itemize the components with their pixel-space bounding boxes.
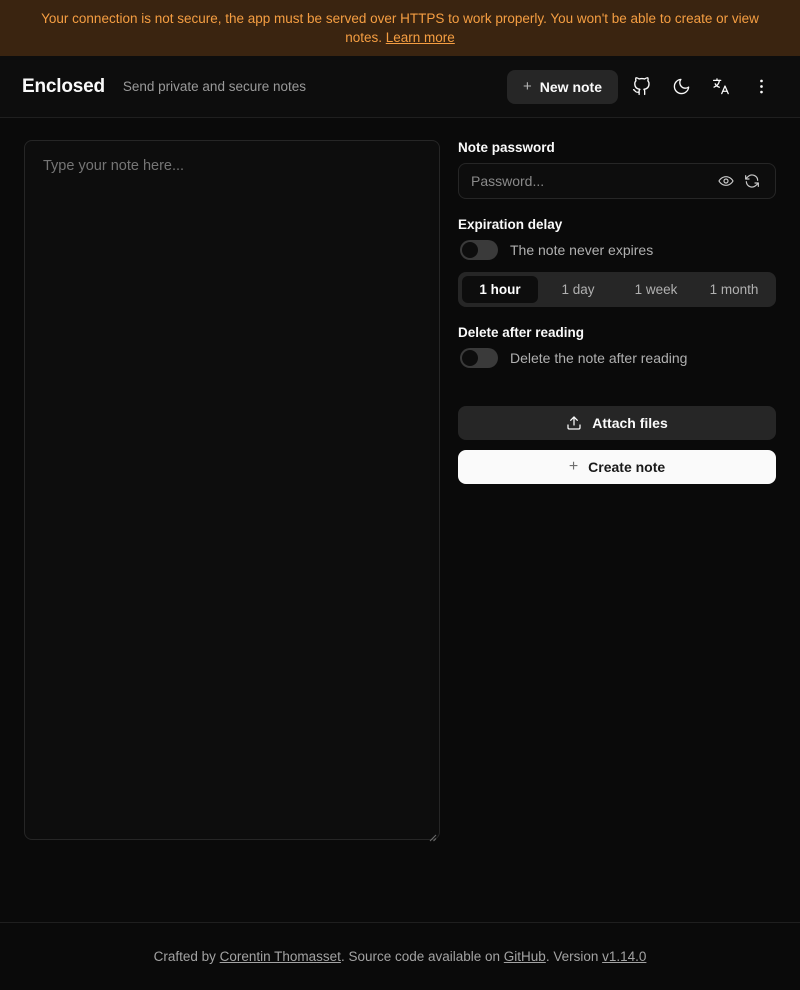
refresh-icon (745, 174, 759, 188)
note-password-label: Note password (458, 140, 555, 155)
attach-files-button[interactable]: Attach files (458, 406, 776, 440)
delete-after-reading-toggle[interactable] (460, 348, 498, 368)
app-title: Enclosed (22, 75, 105, 97)
expiration-delay-label: Expiration delay (458, 217, 563, 232)
never-expires-row[interactable]: The note never expires (458, 240, 776, 260)
banner-learn-more-link[interactable]: Learn more (386, 30, 455, 45)
delete-after-reading-toggle-label: Delete the note after reading (510, 350, 688, 366)
new-note-label: New note (539, 78, 602, 95)
app-footer: Crafted by Corentin Thomasset. Source co… (0, 922, 800, 990)
plus-icon: + (568, 458, 579, 475)
expiration-option-1-week[interactable]: 1 week (618, 276, 694, 303)
expiration-option-1-day[interactable]: 1 day (540, 276, 616, 303)
create-note-label: Create note (588, 459, 666, 475)
moon-icon (673, 78, 689, 95)
password-input[interactable] (471, 173, 713, 189)
note-editor-wrapper (24, 140, 440, 845)
never-expires-toggle[interactable] (460, 240, 498, 260)
note-password-field[interactable] (458, 163, 776, 199)
attach-files-label: Attach files (592, 415, 668, 431)
delete-after-reading-row[interactable]: Delete the note after reading (458, 348, 776, 368)
app-header: Enclosed Send private and secure notes +… (0, 56, 800, 118)
more-options-button[interactable] (744, 70, 778, 104)
note-textarea[interactable] (24, 140, 440, 840)
expiration-option-1-hour[interactable]: 1 hour (462, 276, 538, 303)
footer-prefix: Crafted by (153, 949, 220, 964)
footer-text: Crafted by Corentin Thomasset. Source co… (154, 949, 647, 964)
expiration-segmented-control[interactable]: 1 hour 1 day 1 week 1 month (458, 272, 776, 307)
github-icon-button[interactable] (624, 70, 658, 104)
insecure-connection-banner: Your connection is not secure, the app m… (0, 0, 800, 56)
more-vertical-icon (759, 79, 763, 94)
language-switch-button[interactable] (704, 70, 738, 104)
github-icon (632, 77, 650, 96)
create-note-button[interactable]: + Create note (458, 450, 776, 484)
never-expires-label: The note never expires (510, 242, 654, 258)
app-root: Your connection is not secure, the app m… (0, 0, 800, 990)
footer-author-link[interactable]: Corentin Thomasset (220, 949, 341, 964)
dark-mode-toggle-button[interactable] (664, 70, 698, 104)
footer-github-link[interactable]: GitHub (504, 949, 546, 964)
footer-middle: . Source code available on (340, 949, 504, 964)
toggle-knob (462, 242, 478, 258)
note-options-panel: Note password Password... Expiration del… (458, 140, 776, 484)
upload-icon (567, 416, 581, 430)
plus-icon: + (523, 78, 532, 95)
translate-icon (712, 78, 729, 95)
delete-after-reading-label: Delete after reading (458, 325, 585, 340)
footer-version-link[interactable]: v1.14.0 (602, 949, 646, 964)
footer-version-prefix: . Version (545, 949, 603, 964)
new-note-button[interactable]: + New note (507, 69, 618, 104)
eye-icon (718, 176, 734, 186)
toggle-password-visibility-button[interactable] (713, 168, 739, 194)
regenerate-password-button[interactable] (739, 168, 765, 194)
main-content: Note password (0, 118, 800, 922)
toggle-knob (462, 350, 478, 366)
app-tagline: Send private and secure notes (122, 79, 306, 94)
expiration-option-1-month[interactable]: 1 month (696, 276, 772, 303)
